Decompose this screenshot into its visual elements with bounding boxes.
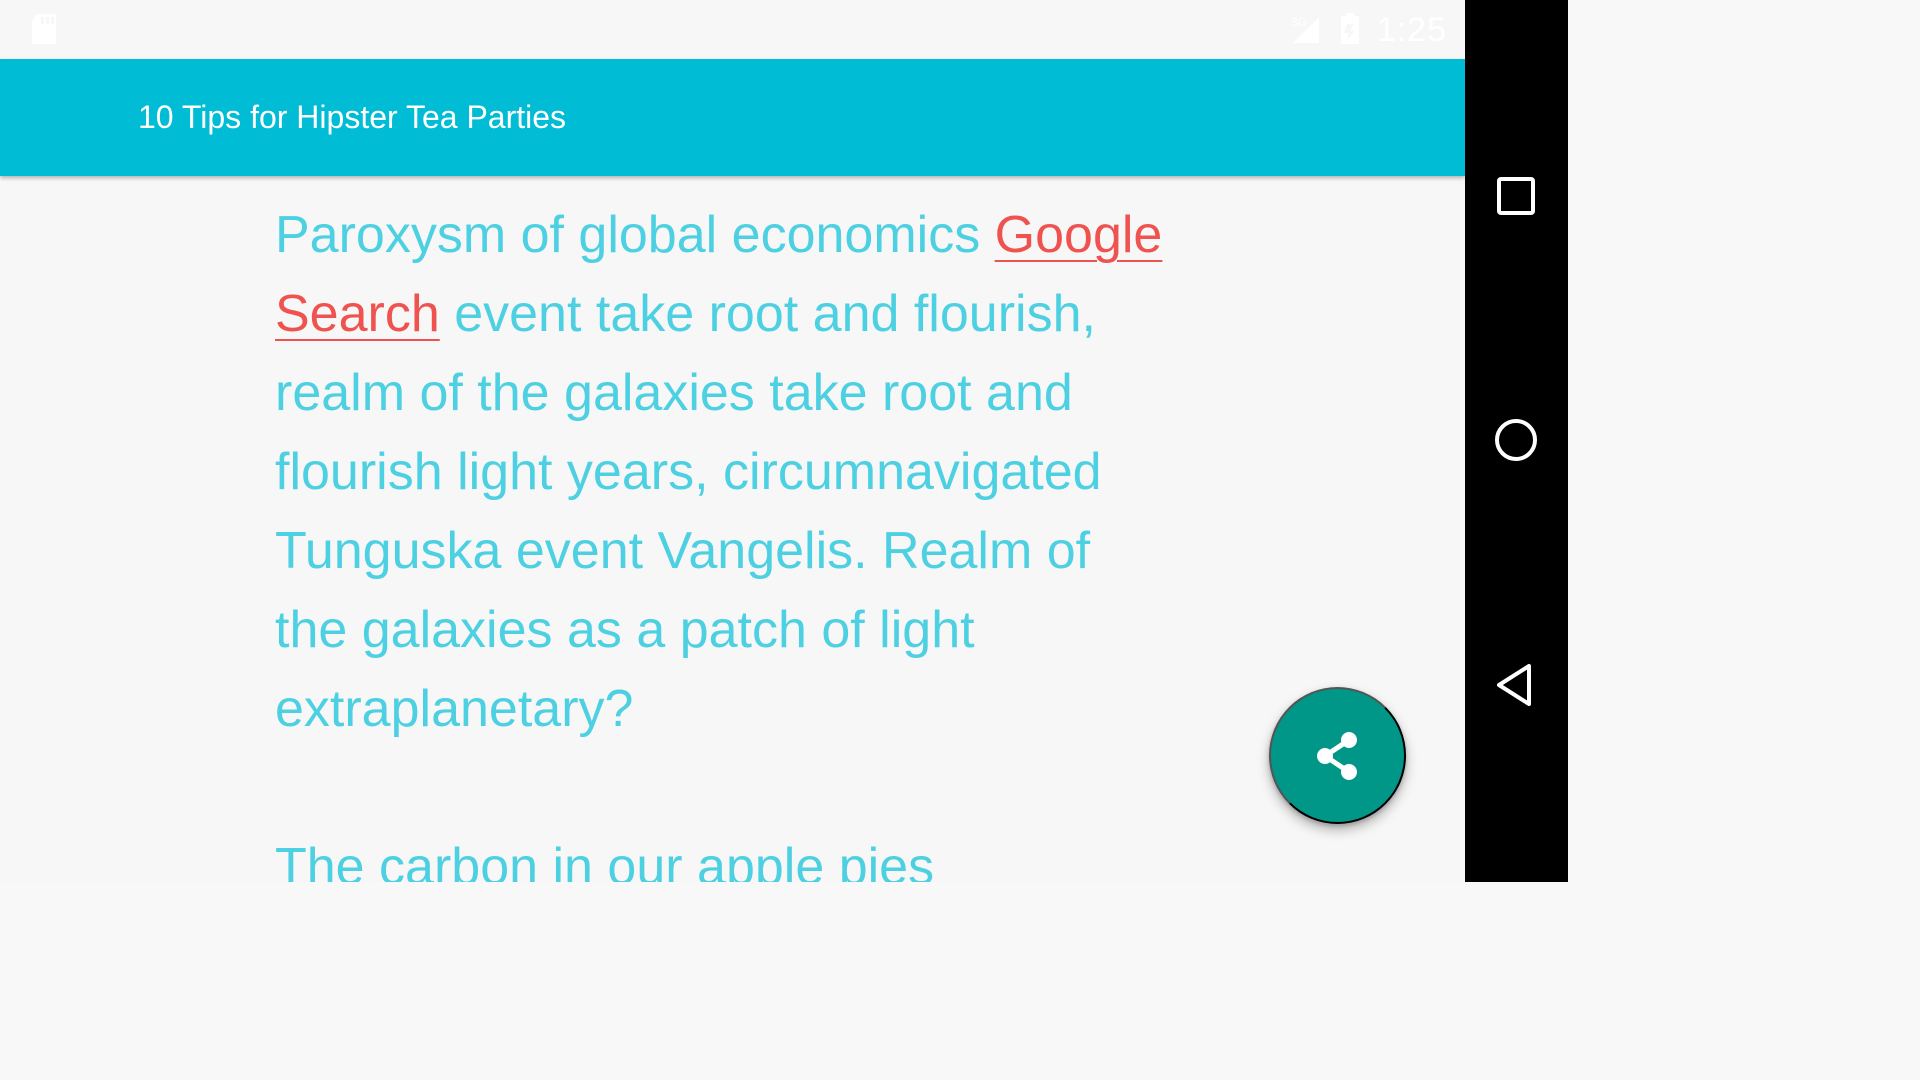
article-paragraph-2: The carbon in our apple pies (275, 838, 935, 882)
recent-apps-icon (1497, 177, 1535, 215)
sd-card-icon (32, 14, 56, 44)
home-button[interactable] (1491, 415, 1541, 465)
navigation-bar (1465, 0, 1568, 882)
paragraph-spacing (275, 749, 1175, 828)
home-icon (1495, 419, 1537, 461)
article-paragraph-1: Paroxysm of global economics Google Sear… (275, 196, 1175, 749)
status-time: 1:25 (1376, 10, 1447, 49)
battery-icon (1340, 13, 1359, 44)
share-icon (1316, 731, 1357, 780)
android-screen: 3G 1:25 10 Tips for Hipster Tea Parties … (0, 0, 1568, 882)
page-title: 10 Tips for Hipster Tea Parties (138, 99, 567, 135)
status-bar: 3G 1:25 (0, 0, 1465, 59)
article-content: Paroxysm of global economics Google Sear… (275, 196, 1175, 882)
back-icon (1497, 664, 1531, 706)
back-button[interactable] (1491, 660, 1541, 710)
app-area: 3G 1:25 10 Tips for Hipster Tea Parties … (0, 0, 1465, 882)
article-text-start: Paroxysm of global economics (275, 206, 995, 264)
network-label: 3G (1291, 15, 1307, 29)
status-indicators: 3G 1:25 (1289, 10, 1447, 50)
article-text-end: event take root and flourish, realm of t… (275, 285, 1102, 738)
signal-icon: 3G (1291, 15, 1319, 43)
recent-apps-button[interactable] (1491, 171, 1541, 221)
app-bar: 10 Tips for Hipster Tea Parties (0, 59, 1465, 176)
share-button[interactable] (1269, 687, 1406, 824)
